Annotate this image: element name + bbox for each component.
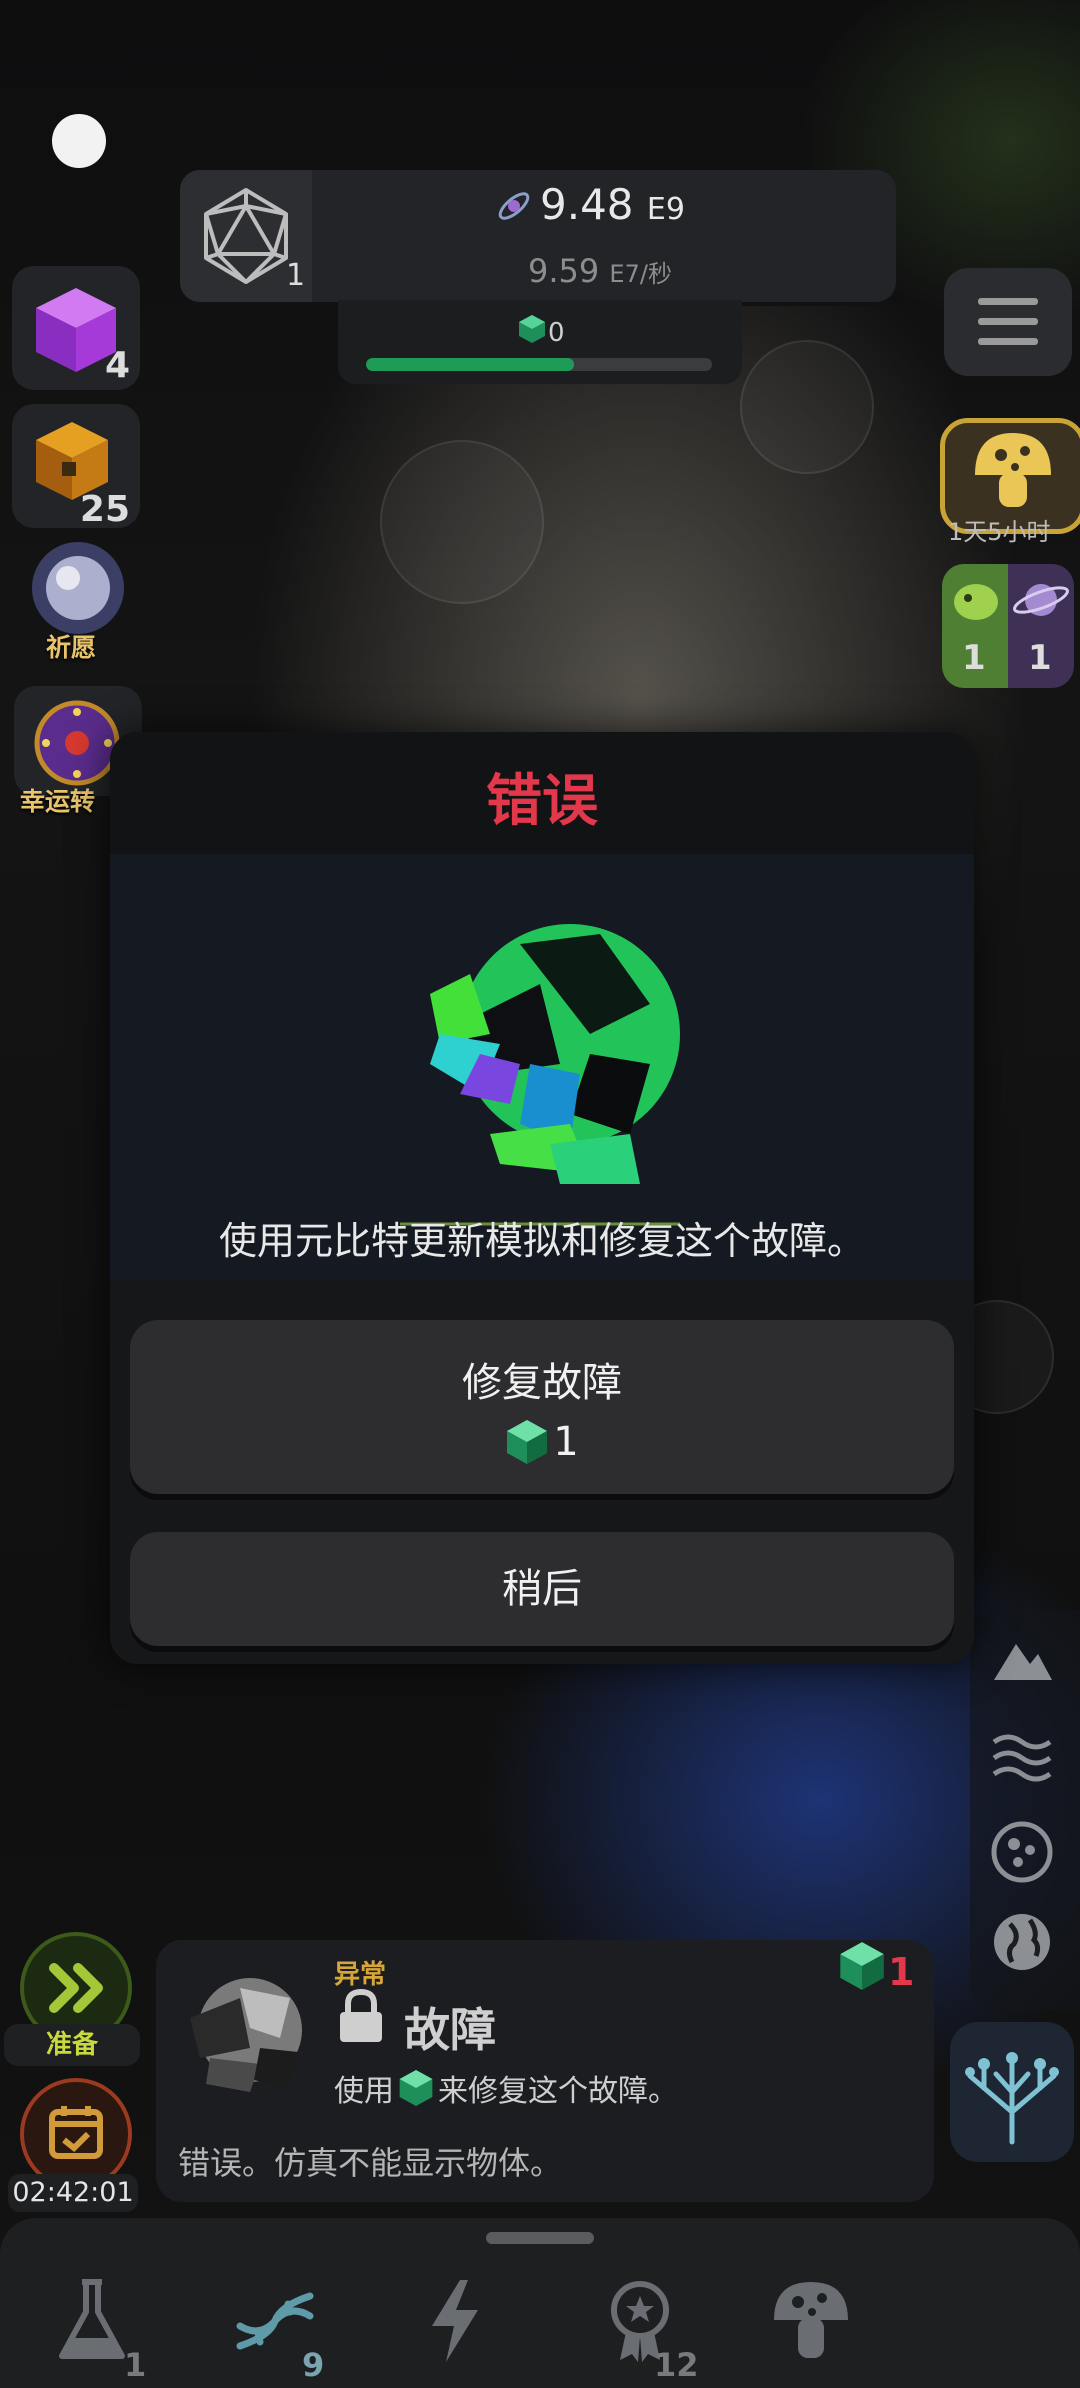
gem-icon (840, 1942, 884, 1990)
menu-icon-line (978, 338, 1038, 345)
info-name: 故障 (404, 2003, 496, 2057)
bokeh-light (740, 340, 874, 474)
countdown-timer: 02:42:01 (8, 2174, 138, 2212)
flask-count: 1 (124, 2346, 147, 2384)
mountain-icon[interactable] (990, 1634, 1054, 1684)
gem-icon (399, 2070, 433, 2106)
gem-count: 0 (548, 318, 565, 348)
dino-count: 1 (962, 638, 986, 678)
planet-count: 1 (1028, 638, 1052, 678)
later-button-label: 稍后 (502, 1566, 582, 1612)
lightning-icon (432, 2280, 478, 2362)
planet-card[interactable]: 1 (1008, 564, 1074, 688)
layer-panel (970, 1610, 1080, 2010)
info-use-prefix: 使用 (334, 2074, 394, 2109)
wish-button[interactable]: 祈愿 (18, 536, 138, 662)
fix-cost: 1 (553, 1419, 579, 1465)
glitch-creature-thumbnail (190, 1978, 302, 2092)
cube-count: 4 (104, 345, 130, 386)
calendar-check-icon (49, 2106, 103, 2159)
lucky-wheel-label: 幸运转 (20, 787, 96, 816)
progress-fill (366, 358, 574, 371)
progress-bar (366, 358, 712, 371)
glitched-creature-image (400, 924, 680, 1226)
nav-tab-energy[interactable] (400, 2270, 530, 2388)
planet-icon (1013, 584, 1069, 616)
info-use-suffix: 来修复这个故障。 (438, 2074, 678, 2109)
globe-icon[interactable] (990, 1910, 1054, 1974)
waves-icon[interactable] (990, 1730, 1054, 1786)
cube-button[interactable]: 4 (12, 266, 140, 390)
crystal-ball-icon (32, 542, 124, 634)
fix-glitch-button[interactable]: 修复故障 1 (130, 1320, 954, 1494)
dialog-description: 使用元比特更新模拟和修复这个故障。 (218, 1219, 865, 1263)
resource-rate: 9.59 E7/秒 (528, 252, 672, 290)
nav-tab-research[interactable]: 1 (44, 2270, 174, 2388)
bokeh-light (380, 440, 544, 604)
nav-tab-mushroom[interactable] (752, 2270, 882, 2388)
gem-icon (507, 1420, 548, 1464)
resource-main-unit: E9 (646, 192, 685, 227)
wish-label: 祈愿 (46, 633, 97, 662)
later-button[interactable]: 稍后 (130, 1532, 954, 1646)
menu-icon (978, 298, 1038, 305)
dialog-title: 错误 (486, 769, 598, 834)
error-dialog: 错误 使用元比特更新模拟和修复这个故障。 修复故障 1 稍后 (110, 732, 974, 1664)
evolution-tree-button[interactable] (950, 2022, 1074, 2162)
info-cost: 1 (888, 1950, 915, 1994)
info-use-text: 使用 来修复这个故障。 (334, 2066, 678, 2110)
cell-icon[interactable] (990, 1820, 1054, 1884)
lock-icon (340, 1988, 382, 2042)
ready-label: 准备 (4, 2024, 140, 2066)
resource-rate-unit: E7/秒 (609, 260, 672, 288)
tree-icon (965, 2052, 1059, 2145)
info-category: 异常 (334, 1960, 387, 1990)
resource-rate-number: 9.59 (528, 252, 600, 290)
info-error-text: 错误。仿真不能显示物体。 (178, 2144, 563, 2182)
puzzle-count: 25 (79, 489, 130, 530)
mushroom-icon (774, 2282, 848, 2358)
level-number: 1 (286, 258, 306, 293)
nav-tab-achievements[interactable]: 12 (590, 2270, 720, 2388)
puzzle-button[interactable]: 25 (12, 404, 140, 530)
resource-main-number: 9.48 (540, 180, 634, 229)
gem-icon (519, 315, 545, 343)
dinosaur-icon (954, 584, 998, 620)
mushroom-timer: 1天5小时 (948, 518, 1051, 546)
wheel-icon (34, 700, 120, 786)
dino-card[interactable]: 1 (942, 564, 1008, 688)
award-count: 12 (654, 2346, 699, 2384)
flask-icon (59, 2279, 125, 2359)
camera-dot (52, 114, 106, 168)
fix-button-label: 修复故障 (462, 1360, 622, 1406)
resource-main-value: 9.48 E9 (500, 180, 685, 229)
nav-tab-dna[interactable]: 9 (222, 2270, 352, 2388)
drag-handle[interactable] (486, 2232, 594, 2244)
menu-icon-line (978, 318, 1038, 325)
fix-cost-row: 1 (130, 1418, 954, 1466)
dna-count: 9 (302, 2346, 325, 2384)
